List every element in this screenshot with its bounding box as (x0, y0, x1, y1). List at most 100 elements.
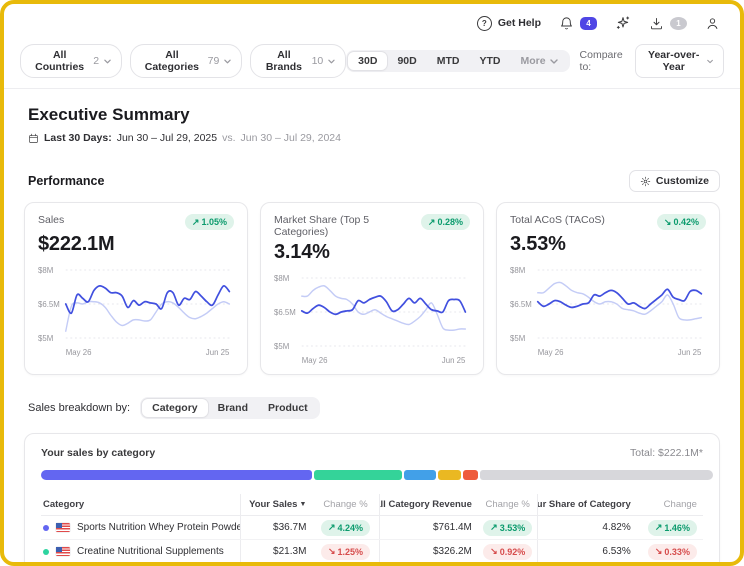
svg-text:May 26: May 26 (66, 348, 92, 357)
change-badge: ↘ 1.25% (320, 543, 371, 560)
downloads-button[interactable]: 1 (649, 16, 687, 31)
metric-change-badge: ↘ 0.42% (656, 214, 706, 230)
column-header-your-share-of-category[interactable]: Your Share of Category (537, 494, 636, 515)
table-header: CategoryYour Sales▼Change %Overall Categ… (41, 494, 703, 516)
option-mtd[interactable]: MTD (427, 52, 470, 70)
change-badge: ↗ 3.53% (483, 519, 533, 536)
column-header-your-sales[interactable]: Your Sales ▼ (239, 494, 313, 515)
metric-value: $222.1M (38, 233, 115, 255)
category-bar-segment[interactable] (438, 470, 461, 480)
previous-period: Jun 30 – Jul 29, 2024 (240, 132, 341, 144)
topbar: ? Get Help 4 1 (4, 4, 740, 38)
svg-text:$5M: $5M (38, 334, 53, 343)
table-row[interactable]: Creatine Nutritional Supplements $21.3M ↘ 1… (41, 540, 703, 562)
bell-icon (561, 16, 572, 29)
sales-by-category-title: Your sales by category (41, 447, 156, 459)
customize-label: Customize (655, 175, 709, 187)
category-name: Creatine Nutritional Supplements (77, 546, 224, 557)
column-header-overall-category-revenue[interactable]: Overall Category Revenue (378, 494, 478, 515)
sort-desc-icon: ▼ (299, 501, 307, 508)
compare-value: Year-over-Year (648, 49, 700, 73)
trend-up-icon: ↗ (191, 216, 200, 227)
change-badge: ↗ 4.24% (320, 519, 371, 536)
chevron-down-icon (328, 59, 335, 63)
metric-change-badge: ↗ 0.28% (420, 214, 470, 230)
option-category[interactable]: Category (142, 399, 208, 417)
performance-title: Performance (28, 174, 105, 188)
notifications-button[interactable]: 4 (559, 16, 597, 31)
share-value: 4.82% (602, 522, 631, 533)
option-product[interactable]: Product (258, 399, 318, 417)
category-color-dot (43, 524, 49, 531)
your-sales-value: $36.7M (273, 522, 307, 533)
metric-label: Market Share (Top 5 Categories) (274, 214, 370, 238)
main-content: Executive Summary Last 30 Days: Jun 30 –… (4, 105, 740, 562)
customize-button[interactable]: Customize (628, 170, 720, 192)
metric-value: 3.14% (274, 241, 330, 263)
category-share-bar (41, 470, 713, 480)
date-range: Last 30 Days: Jun 30 – Jul 29, 2025 vs. … (28, 132, 720, 144)
compare-dropdown[interactable]: Year-over-Year (634, 44, 724, 78)
ai-assistant-button[interactable] (615, 15, 631, 31)
get-help-label: Get Help (497, 17, 541, 29)
app-window: ? Get Help 4 1 All Countries 2 All Categor… (0, 0, 744, 566)
metric-label: Total ACoS (TACoS) (510, 214, 605, 226)
column-header-category[interactable]: Category (41, 494, 240, 515)
svg-text:$5M: $5M (274, 342, 289, 351)
column-header-change--[interactable]: Change % (312, 494, 378, 515)
time-controls: 30D 90D MTD YTD More Compare to: Year-over-Y… (346, 44, 724, 78)
header-divider (4, 88, 740, 89)
chevron-down-icon (707, 59, 713, 63)
us-flag-icon (56, 523, 70, 532)
sparkles-icon (616, 16, 630, 29)
option-ytd[interactable]: YTD (469, 52, 510, 70)
metric-label: Sales (38, 214, 65, 226)
share-value: 6.53% (602, 546, 631, 557)
svg-text:$8M: $8M (274, 274, 289, 283)
category-bar-segment[interactable] (403, 470, 437, 480)
metric-card-tacos: Total ACoS (TACoS) ↘ 0.42% 3.53% $8M $6.5M… (496, 202, 720, 375)
sales-by-category-card: Your sales by category Total: $222.1M* C… (24, 433, 720, 562)
category-color-dot (43, 548, 49, 555)
column-header-change[interactable]: Change (637, 494, 703, 515)
svg-text:Jun 25: Jun 25 (206, 348, 230, 357)
svg-text:Jun 25: Jun 25 (678, 348, 702, 357)
svg-text:Jun 25: Jun 25 (442, 356, 466, 365)
filter-dropdown-all-categories[interactable]: All Categories 79 (130, 44, 243, 78)
trend-up-icon: ↗ (427, 216, 436, 227)
downloads-badge: 1 (670, 16, 687, 30)
filter-dropdown-all-countries[interactable]: All Countries 2 (20, 44, 123, 78)
category-bar-segment[interactable] (314, 470, 402, 480)
category-bar-segment[interactable] (479, 470, 713, 480)
column-header-change--[interactable]: Change % (478, 494, 538, 515)
option-brand[interactable]: Brand (208, 399, 258, 417)
svg-text:$6.5M: $6.5M (274, 308, 296, 317)
filter-dropdown-all-brands[interactable]: All Brands 10 (250, 44, 347, 78)
gear-icon (640, 176, 651, 186)
svg-text:$8M: $8M (38, 266, 53, 275)
period-label: Last 30 Days: (44, 132, 112, 144)
metric-card-sales: Sales ↗ 1.05% $222.1M $8M $6.5M $5M May 26 Ju… (24, 202, 248, 375)
svg-text:$6.5M: $6.5M (510, 300, 532, 309)
account-button[interactable] (705, 16, 720, 31)
current-period: Jun 30 – Jul 29, 2025 (116, 132, 218, 144)
filter-dropdowns: All Countries 2 All Categories 79 All Brands… (20, 44, 347, 78)
option-more[interactable]: More (510, 52, 567, 70)
category-bar-segment[interactable] (462, 470, 478, 480)
category-name: Sports Nutrition Whey Protein Powders (77, 522, 240, 533)
option-30d[interactable]: 30D (348, 52, 388, 70)
us-flag-icon (56, 547, 70, 556)
category-bar-segment[interactable] (41, 470, 313, 480)
table-body: Sports Nutrition Whey Protein Powders $36… (41, 516, 703, 562)
table-row[interactable]: Sports Nutrition Whey Protein Powders $36… (41, 516, 703, 540)
category-table: CategoryYour Sales▼Change %Overall Categ… (41, 494, 703, 562)
compare-to-label: Compare to: (579, 49, 623, 73)
option-90d[interactable]: 90D (387, 52, 426, 70)
breakdown-label: Sales breakdown by: (28, 402, 131, 414)
chevron-down-icon (224, 59, 232, 63)
market-share-trend-chart: $8M $6.5M $5M May 26 Jun 25 (274, 274, 467, 365)
performance-header: Performance Customize (24, 170, 720, 192)
get-help-button[interactable]: ? Get Help (476, 15, 541, 31)
svg-text:$8M: $8M (510, 266, 525, 275)
time-range-selector: 30D 90D MTD YTD More (346, 50, 570, 72)
